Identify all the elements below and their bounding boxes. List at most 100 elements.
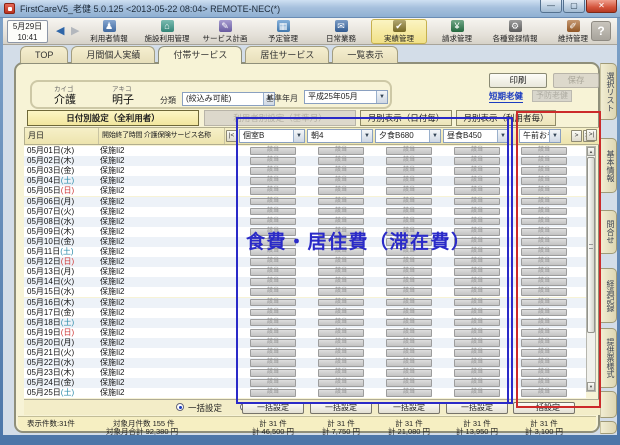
tab-1[interactable]: 月間個人実績 [71, 46, 155, 63]
cell-applicable-button[interactable]: 該当 [386, 309, 432, 317]
cell-applicable-button[interactable]: 該当 [386, 299, 432, 307]
cell-applicable-button[interactable]: 該当 [318, 369, 364, 377]
table-row[interactable]: 05月02日(木)保施Ii2該当該当該当該当該当 [24, 156, 586, 166]
cell-applicable-button[interactable]: 該当 [386, 359, 432, 367]
cell-applicable-button[interactable]: 該当 [386, 228, 432, 236]
cell-applicable-button[interactable]: 該当 [521, 339, 567, 347]
cell-applicable-button[interactable]: 該当 [386, 167, 432, 175]
cell-applicable-button[interactable]: 該当 [386, 369, 432, 377]
table-row[interactable]: 05月21日(火)保施Ii2該当該当該当該当該当 [24, 348, 586, 358]
cell-applicable-button[interactable]: 該当 [521, 319, 567, 327]
cell-applicable-button[interactable]: 該当 [454, 389, 500, 397]
cell-applicable-button[interactable]: 該当 [386, 329, 432, 337]
cell-applicable-button[interactable]: 該当 [250, 379, 296, 387]
cell-applicable-button[interactable]: 該当 [454, 258, 500, 266]
cell-applicable-button[interactable]: 該当 [521, 177, 567, 185]
table-row[interactable]: 05月19日(日)保施Ii2該当該当該当該当該当 [24, 328, 586, 338]
table-row[interactable]: 05月05日(日)保施Ii2該当該当該当該当該当 [24, 186, 586, 196]
side-tab-empty-0[interactable] [600, 391, 617, 418]
cell-applicable-button[interactable]: 該当 [318, 349, 364, 357]
batch-set-button-0[interactable]: 一括設定 [242, 402, 304, 414]
cell-applicable-button[interactable]: 該当 [386, 258, 432, 266]
cell-applicable-button[interactable]: 該当 [386, 248, 432, 256]
cell-applicable-button[interactable]: 該当 [386, 157, 432, 165]
cell-applicable-button[interactable]: 該当 [454, 228, 500, 236]
cell-applicable-button[interactable]: 該当 [318, 177, 364, 185]
cell-applicable-button[interactable]: 該当 [521, 208, 567, 216]
forward-arrow-icon[interactable]: ▶ [71, 25, 79, 37]
tab-4[interactable]: 一覧表示 [332, 46, 398, 63]
cell-applicable-button[interactable]: 該当 [521, 299, 567, 307]
cell-applicable-button[interactable]: 該当 [250, 147, 296, 155]
cell-applicable-button[interactable]: 該当 [318, 379, 364, 387]
batch-set-button-4[interactable]: 一括設定 [513, 402, 575, 414]
cell-applicable-button[interactable]: 該当 [386, 268, 432, 276]
cell-applicable-button[interactable]: 該当 [250, 288, 296, 296]
table-row[interactable]: 05月13日(月)保施Ii2該当該当該当該当該当 [24, 267, 586, 277]
table-row[interactable]: 05月12日(日)保施Ii2該当該当該当該当該当 [24, 257, 586, 267]
table-row[interactable]: 05月17日(金)保施Ii2該当該当該当該当該当 [24, 308, 586, 318]
cell-applicable-button[interactable]: 該当 [250, 228, 296, 236]
cell-applicable-button[interactable]: 該当 [521, 187, 567, 195]
table-row[interactable]: 05月08日(水)保施Ii2該当該当該当該当該当 [24, 217, 586, 227]
table-row[interactable]: 05月07日(火)保施Ii2該当該当該当該当該当 [24, 207, 586, 217]
cell-applicable-button[interactable]: 該当 [454, 288, 500, 296]
cell-applicable-button[interactable]: 該当 [454, 319, 500, 327]
cell-applicable-button[interactable]: 該当 [386, 147, 432, 155]
toolbar-button-2[interactable]: ✎サービス計画 [197, 19, 253, 44]
cell-applicable-button[interactable]: 該当 [250, 238, 296, 246]
cell-applicable-button[interactable]: 該当 [318, 309, 364, 317]
cell-applicable-button[interactable]: 該当 [386, 389, 432, 397]
batch-set-button-2[interactable]: 一括設定 [378, 402, 440, 414]
batch-set-button-3[interactable]: 一括設定 [446, 402, 508, 414]
cell-applicable-button[interactable]: 該当 [386, 379, 432, 387]
cell-applicable-button[interactable]: 該当 [318, 157, 364, 165]
cell-applicable-button[interactable]: 該当 [318, 359, 364, 367]
toolbar-button-3[interactable]: ▦予定管理 [255, 19, 311, 44]
toolbar-button-7[interactable]: ⚙各種登録情報 [487, 19, 543, 44]
cell-applicable-button[interactable]: 該当 [318, 198, 364, 206]
cell-applicable-button[interactable]: 該当 [386, 177, 432, 185]
cell-applicable-button[interactable]: 該当 [318, 278, 364, 286]
cell-applicable-button[interactable]: 該当 [318, 208, 364, 216]
cell-applicable-button[interactable]: 該当 [250, 167, 296, 175]
table-row[interactable]: 05月14日(火)保施Ii2該当該当該当該当該当 [24, 277, 586, 287]
cell-applicable-button[interactable]: 該当 [318, 288, 364, 296]
cell-applicable-button[interactable]: 該当 [521, 359, 567, 367]
cell-applicable-button[interactable]: 該当 [454, 177, 500, 185]
cell-applicable-button[interactable]: 該当 [521, 389, 567, 397]
help-button[interactable]: ? [591, 21, 611, 41]
cell-applicable-button[interactable]: 該当 [454, 198, 500, 206]
cell-applicable-button[interactable]: 該当 [250, 329, 296, 337]
cell-applicable-button[interactable]: 該当 [454, 208, 500, 216]
cell-applicable-button[interactable]: 該当 [318, 187, 364, 195]
scroll-down-icon[interactable]: ▼ [587, 382, 595, 391]
table-row[interactable]: 05月10日(金)保施Ii2該当該当該当該当該当 [24, 237, 586, 247]
cell-applicable-button[interactable]: 該当 [521, 309, 567, 317]
cell-applicable-button[interactable]: 該当 [454, 167, 500, 175]
side-tab-2[interactable]: 問合せ [600, 210, 617, 254]
table-row[interactable]: 05月09日(木)保施Ii2該当該当該当該当該当 [24, 227, 586, 237]
toolbar-button-1[interactable]: ⌂施設利用管理 [139, 19, 195, 44]
cell-applicable-button[interactable]: 該当 [318, 167, 364, 175]
cell-applicable-button[interactable]: 該当 [318, 238, 364, 246]
cell-applicable-button[interactable]: 該当 [521, 157, 567, 165]
tab-3[interactable]: 居住サービス [245, 46, 329, 63]
back-arrow-icon[interactable]: ◀ [56, 25, 64, 37]
close-button[interactable]: ✕ [586, 0, 617, 13]
cell-applicable-button[interactable]: 該当 [386, 198, 432, 206]
cell-applicable-button[interactable]: 該当 [250, 268, 296, 276]
cell-applicable-button[interactable]: 該当 [521, 379, 567, 387]
cell-applicable-button[interactable]: 該当 [521, 147, 567, 155]
table-scrollbar[interactable]: ▲ ▼ [586, 146, 596, 392]
cell-applicable-button[interactable]: 該当 [250, 248, 296, 256]
cell-applicable-button[interactable]: 該当 [521, 369, 567, 377]
minimize-button[interactable]: — [540, 0, 562, 13]
scroll-up-icon[interactable]: ▲ [587, 147, 595, 156]
table-row[interactable]: 05月24日(金)保施Ii2該当該当該当該当該当 [24, 378, 586, 388]
cell-applicable-button[interactable]: 該当 [521, 268, 567, 276]
cell-applicable-button[interactable]: 該当 [318, 258, 364, 266]
toolbar-button-4[interactable]: ✉日常業務 [313, 19, 369, 44]
table-row[interactable]: 05月03日(金)保施Ii2該当該当該当該当該当 [24, 166, 586, 176]
cell-applicable-button[interactable]: 該当 [386, 339, 432, 347]
